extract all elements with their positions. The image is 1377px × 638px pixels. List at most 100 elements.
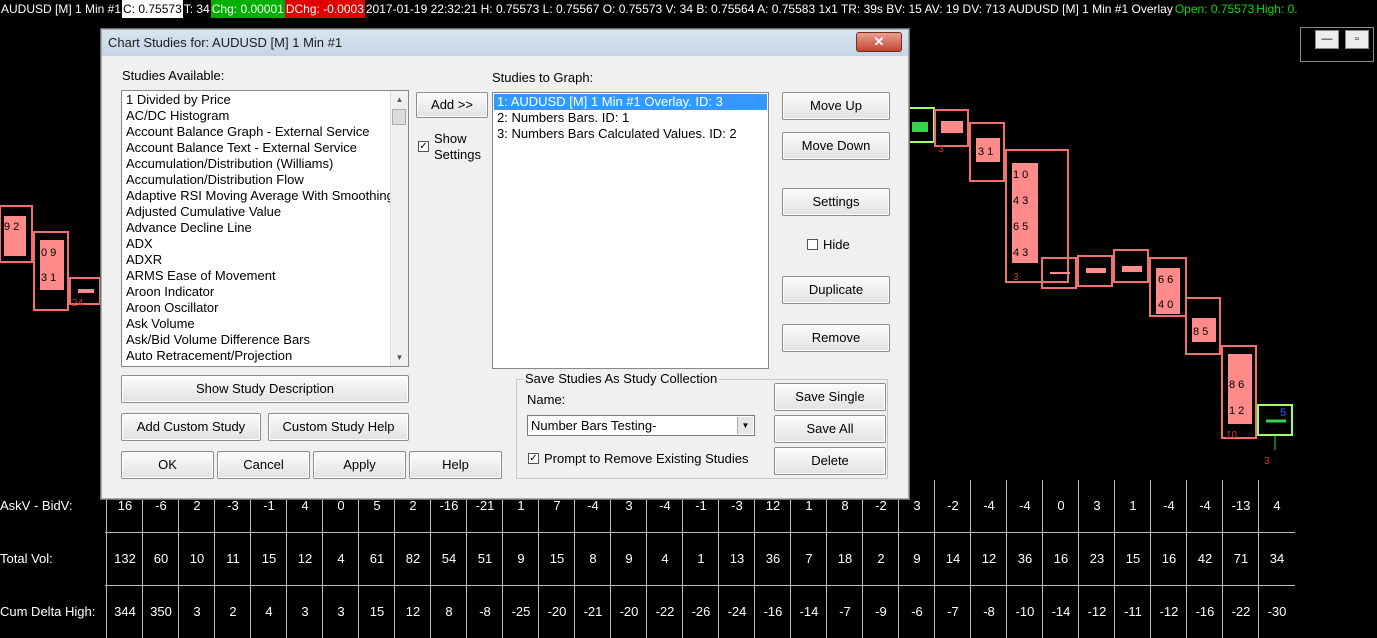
table-cell: 1 xyxy=(682,533,719,585)
daily-change-value: DChg: -0.0003 xyxy=(284,0,365,18)
list-item[interactable]: Advance Decline Line xyxy=(123,220,391,236)
settings-button[interactable]: Settings xyxy=(782,188,890,216)
row-label: AskV - BidV: xyxy=(0,498,73,513)
table-cell: 23 xyxy=(1078,533,1115,585)
chart-bar-label: 4 3 xyxy=(1013,195,1028,207)
ok-button[interactable]: OK xyxy=(121,451,214,479)
hide-checkbox[interactable] xyxy=(807,239,818,250)
chart-bar xyxy=(905,107,935,143)
remove-button[interactable]: Remove xyxy=(782,324,890,352)
table-cell: 34 xyxy=(1258,533,1295,585)
save-collection-group: Save Studies As Study Collection Name: N… xyxy=(516,371,888,479)
studies-to-graph-list[interactable]: 1: AUDUSD [M] 1 Min #1 Overlay. ID: 3 2: … xyxy=(492,92,769,369)
scroll-thumb[interactable] xyxy=(392,109,406,125)
prompt-remove-checkbox[interactable]: ✓ xyxy=(528,453,539,464)
table-cell: 350 xyxy=(142,586,179,638)
show-study-description-button[interactable]: Show Study Description xyxy=(121,375,409,403)
table-cell: 12 xyxy=(970,533,1007,585)
table-cell: -24 xyxy=(718,586,755,638)
table-cell: 16 xyxy=(1150,533,1187,585)
apply-button[interactable]: Apply xyxy=(313,451,406,479)
add-custom-study-button[interactable]: Add Custom Study xyxy=(121,413,261,441)
table-cell: 71 xyxy=(1222,533,1259,585)
table-cell: 2 xyxy=(862,533,899,585)
list-item[interactable]: Adjusted Cumulative Value xyxy=(123,204,391,220)
table-cell: 0 xyxy=(1042,480,1079,532)
table-cell: -14 xyxy=(1042,586,1079,638)
custom-study-help-button[interactable]: Custom Study Help xyxy=(268,413,409,441)
cancel-button[interactable]: Cancel xyxy=(217,451,310,479)
save-all-button[interactable]: Save All xyxy=(774,415,886,443)
chart-bar: 9 2 xyxy=(0,205,33,263)
chart-bar: 24 xyxy=(69,277,101,309)
list-item[interactable]: ADXR xyxy=(123,252,391,268)
table-cell: 3 xyxy=(286,586,323,638)
list-item[interactable]: Aroon Oscillator xyxy=(123,300,391,316)
vertical-scrollbar[interactable]: ▲ ▼ xyxy=(390,91,408,366)
trades-count: T: 34 xyxy=(183,2,210,16)
add-study-button[interactable]: Add >> xyxy=(416,92,488,118)
scroll-down-icon[interactable]: ▼ xyxy=(391,349,408,366)
list-item[interactable]: Adaptive RSI Moving Average With Smoothi… xyxy=(123,188,391,204)
list-item[interactable]: 2: Numbers Bars. ID: 1 xyxy=(494,110,767,126)
list-item[interactable]: Auto Retracement/Projection xyxy=(123,348,391,364)
list-item[interactable]: Average Daily Range xyxy=(123,364,391,366)
table-cell: 15 xyxy=(538,533,575,585)
list-item[interactable]: AC/DC Histogram xyxy=(123,108,391,124)
dialog-title: Chart Studies for: AUDUSD [M] 1 Min #1 xyxy=(108,35,343,50)
list-item[interactable]: ARMS Ease of Movement xyxy=(123,268,391,284)
list-item[interactable]: Ask Volume xyxy=(123,316,391,332)
list-item[interactable]: 1: AUDUSD [M] 1 Min #1 Overlay. ID: 3 xyxy=(494,94,767,110)
table-cell: 2 xyxy=(214,586,251,638)
table-cell: -4 xyxy=(1006,480,1043,532)
move-up-button[interactable]: Move Up xyxy=(782,92,890,120)
table-cell: 4 xyxy=(322,533,359,585)
table-cell: -11 xyxy=(1114,586,1151,638)
scroll-up-icon[interactable]: ▲ xyxy=(391,91,408,108)
list-item[interactable]: Ask/Bid Volume Difference Bars xyxy=(123,332,391,348)
row-label: Cum Delta High: xyxy=(0,604,96,619)
move-down-button[interactable]: Move Down xyxy=(782,132,890,160)
table-cell: 3 xyxy=(322,586,359,638)
table-cell: -22 xyxy=(646,586,683,638)
list-item[interactable]: 3: Numbers Bars Calculated Values. ID: 2 xyxy=(494,126,767,142)
chevron-down-icon[interactable]: ▼ xyxy=(737,417,753,434)
help-button[interactable]: Help xyxy=(409,451,502,479)
list-item[interactable]: 1 Divided by Price xyxy=(123,92,391,108)
show-settings-label: Show xyxy=(434,131,467,146)
table-cell: 4 xyxy=(250,586,287,638)
close-button[interactable]: ✕ xyxy=(856,32,902,52)
table-cell: 51 xyxy=(466,533,503,585)
duplicate-button[interactable]: Duplicate xyxy=(782,276,890,304)
chart-bar-label: 4 0 xyxy=(1158,299,1173,311)
restore-button[interactable]: ▫ xyxy=(1345,30,1369,49)
table-cell: 15 xyxy=(358,586,395,638)
show-settings-checkbox[interactable]: ✓ xyxy=(418,141,429,152)
delete-button[interactable]: Delete xyxy=(774,447,886,475)
table-cell: 10 xyxy=(178,533,215,585)
list-item[interactable]: Account Balance Text - External Service xyxy=(123,140,391,156)
list-item[interactable]: ADX xyxy=(123,236,391,252)
chart-bar-label: 4 3 xyxy=(1013,247,1028,259)
chart-bar: 8 5 xyxy=(1185,297,1221,355)
table-cell: -12 xyxy=(1078,586,1115,638)
dialog-titlebar[interactable]: Chart Studies for: AUDUSD [M] 1 Min #1 ✕ xyxy=(102,30,908,56)
table-cell: -20 xyxy=(538,586,575,638)
minimize-button[interactable]: — xyxy=(1315,30,1339,49)
list-item[interactable]: Account Balance Graph - External Service xyxy=(123,124,391,140)
save-single-button[interactable]: Save Single xyxy=(774,383,886,411)
chart-bar: 5 3 xyxy=(1257,404,1293,467)
table-cell: 36 xyxy=(1006,533,1043,585)
list-item[interactable]: Aroon Indicator xyxy=(123,284,391,300)
prompt-remove-label: Prompt to Remove Existing Studies xyxy=(544,451,749,466)
table-cell: -4 xyxy=(1186,480,1223,532)
table-cell: -8 xyxy=(466,586,503,638)
collection-name-combo[interactable]: Number Bars Testing- ▼ xyxy=(527,415,755,436)
table-cell: -4 xyxy=(970,480,1007,532)
save-collection-title: Save Studies As Study Collection xyxy=(523,371,720,386)
list-item[interactable]: Accumulation/Distribution (Williams) xyxy=(123,156,391,172)
studies-available-list[interactable]: 1 Divided by Price AC/DC Histogram Account… xyxy=(121,90,409,367)
studies-to-graph-label: Studies to Graph: xyxy=(492,70,594,85)
list-item[interactable]: Accumulation/Distribution Flow xyxy=(123,172,391,188)
symbol-text: AUDUSD [M] 1 Min #1 xyxy=(1,2,122,16)
